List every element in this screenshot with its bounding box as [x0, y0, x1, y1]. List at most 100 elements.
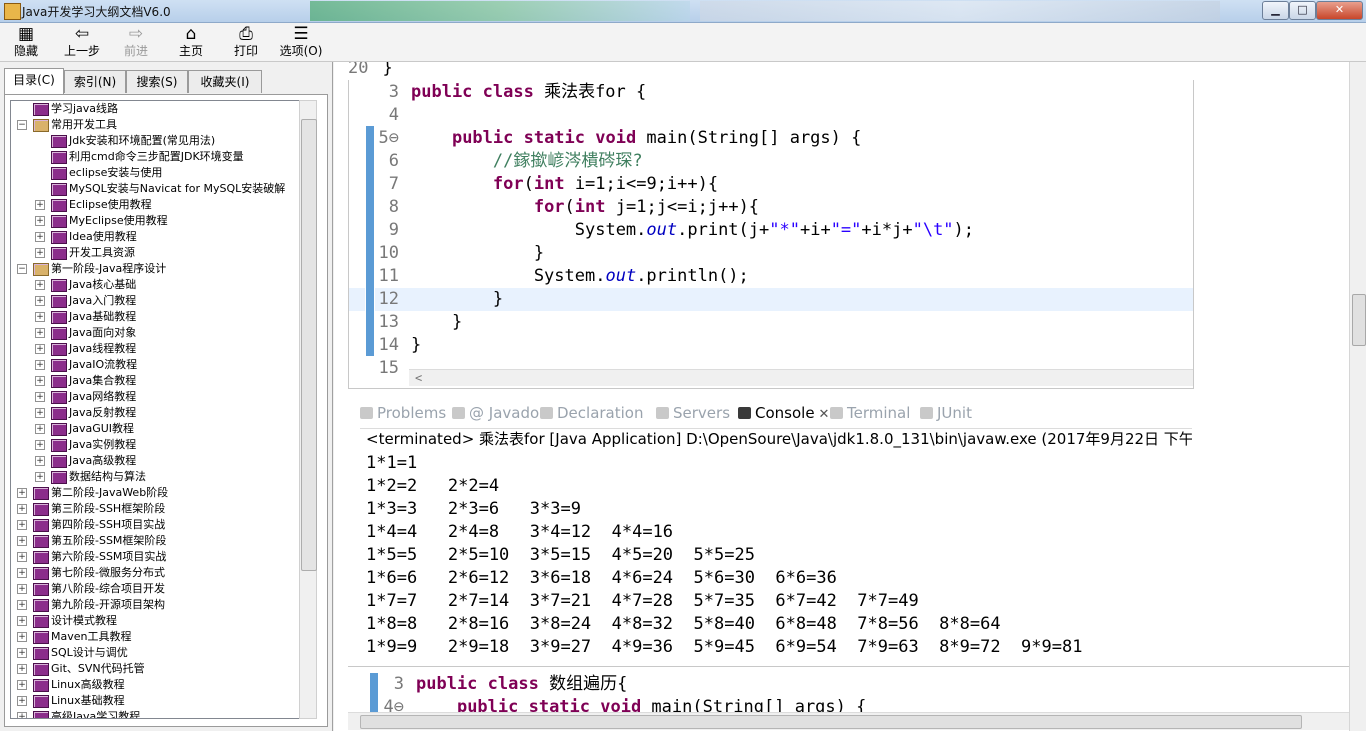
tree-item[interactable]: + Java面向对象 — [11, 325, 301, 341]
expand-icon[interactable]: + — [35, 232, 45, 242]
code-line[interactable]: 12 } — [349, 288, 1193, 311]
expand-icon[interactable]: + — [17, 536, 27, 546]
tab-contents[interactable]: 目录(C) — [4, 68, 64, 94]
editor-horizontal-scrollbar[interactable]: < — [409, 369, 1193, 386]
expand-icon[interactable]: + — [35, 424, 45, 434]
tree-item[interactable]: − 常用开发工具 — [11, 117, 301, 133]
tree-item[interactable]: + 第三阶段-SSH框架阶段 — [11, 501, 301, 517]
expand-icon[interactable]: + — [35, 296, 45, 306]
tree-item[interactable]: + Eclipse使用教程 — [11, 197, 301, 213]
tree-item[interactable]: + 第九阶段-开源项目架构 — [11, 597, 301, 613]
tree-item[interactable]: + Java线程教程 — [11, 341, 301, 357]
hide-button[interactable]: ▦ 隐藏 — [0, 24, 52, 60]
tree-item[interactable]: + JavaGUI教程 — [11, 421, 301, 437]
expand-icon[interactable]: + — [35, 216, 45, 226]
tree-item[interactable]: + Java高级教程 — [11, 453, 301, 469]
tree-item[interactable]: + Java核心基础 — [11, 277, 301, 293]
tree-item[interactable]: + 高级Java学习教程 — [11, 709, 301, 718]
tree-item[interactable]: + 数据结构与算法 — [11, 469, 301, 485]
code-editor-2[interactable]: 4⊖ public static void main(String[] args… — [348, 666, 1349, 731]
expand-icon[interactable]: + — [35, 280, 45, 290]
forward-button[interactable]: ⇨ 前进 — [110, 24, 162, 60]
tree-item[interactable]: + Java集合教程 — [11, 373, 301, 389]
tree-item[interactable]: + 第七阶段-微服务分布式 — [11, 565, 301, 581]
expand-icon[interactable]: + — [35, 344, 45, 354]
expand-icon[interactable]: + — [17, 616, 27, 626]
maximize-button[interactable]: □ — [1289, 1, 1316, 20]
code-editor[interactable]: 15 14} 13 } 12 } 11 System.out.println(); 10 … — [348, 80, 1194, 389]
tree-item[interactable]: + 第八阶段-综合项目开发 — [11, 581, 301, 597]
code-line[interactable]: 6 //鎵撳嵃涔樻硶琛? — [349, 150, 1193, 173]
expand-icon[interactable]: + — [17, 568, 27, 578]
expand-icon[interactable]: + — [17, 632, 27, 642]
options-button[interactable]: ☰ 选项(O) — [275, 24, 327, 60]
tree-item[interactable]: + Linux基础教程 — [11, 693, 301, 709]
tree-item[interactable]: + 设计模式教程 — [11, 613, 301, 629]
tree-item[interactable]: MySQL安装与Navicat for MySQL安装破解 — [11, 181, 301, 197]
code-line[interactable]: 10 } — [349, 242, 1193, 265]
home-button[interactable]: ⌂ 主页 — [165, 24, 217, 60]
expand-icon[interactable]: + — [35, 312, 45, 322]
tree-item[interactable]: + Maven工具教程 — [11, 629, 301, 645]
expand-icon[interactable]: + — [35, 392, 45, 402]
tree-item[interactable]: + 开发工具资源 — [11, 245, 301, 261]
tree-item[interactable]: + 第四阶段-SSH项目实战 — [11, 517, 301, 533]
expand-icon[interactable]: + — [35, 440, 45, 450]
expand-icon[interactable]: + — [17, 584, 27, 594]
tree-item[interactable]: eclipse安装与使用 — [11, 165, 301, 181]
code-line[interactable]: 11 System.out.println(); — [349, 265, 1193, 288]
print-button[interactable]: ⎙ 打印 — [220, 24, 272, 60]
content-scrollbar-thumb[interactable] — [1352, 294, 1366, 346]
tree-item[interactable]: + JavaIO流教程 — [11, 357, 301, 373]
tree-item[interactable]: + Java反射教程 — [11, 405, 301, 421]
tree-item[interactable]: Jdk安装和环境配置(常见用法) — [11, 133, 301, 149]
expand-icon[interactable]: + — [17, 648, 27, 658]
tree-scrollbar[interactable] — [299, 100, 317, 719]
close-button[interactable]: ✕ — [1316, 1, 1363, 20]
tree-item[interactable]: + Linux高级教程 — [11, 677, 301, 693]
view-tab[interactable]: Console ✕ — [738, 402, 830, 424]
tree-item[interactable]: + Idea使用教程 — [11, 229, 301, 245]
expand-icon[interactable]: + — [17, 488, 27, 498]
bottom-scrollbar-thumb[interactable] — [360, 715, 1302, 729]
tree-item[interactable]: 利用cmd命令三步配置JDK环境变量 — [11, 149, 301, 165]
code-line[interactable]: 8 for(int j=1;j<=i;j++){ — [349, 196, 1193, 219]
contents-tree[interactable]: 学习java线路 − 常用开发工具 Jdk安装和环境配置(常见用法) 利用cmd命令三步… — [10, 100, 302, 719]
tree-item[interactable]: + Git、SVN代码托管 — [11, 661, 301, 677]
minimize-button[interactable]: ▁ — [1262, 1, 1289, 20]
collapse-icon[interactable]: − — [17, 264, 27, 274]
view-tab[interactable]: JUnit — [920, 402, 972, 424]
code-line[interactable]: 3 public class 乘法表for { — [349, 81, 1193, 104]
code-line[interactable]: 4 — [349, 104, 1193, 127]
view-tab[interactable]: Terminal — [830, 402, 910, 424]
code-line[interactable]: 3 public class 数组遍历{ — [348, 673, 1349, 696]
expand-icon[interactable]: + — [35, 360, 45, 370]
back-button[interactable]: ⇦ 上一步 — [56, 24, 108, 60]
tree-item[interactable]: + 第六阶段-SSM项目实战 — [11, 549, 301, 565]
expand-icon[interactable]: + — [17, 552, 27, 562]
content-vertical-scrollbar[interactable] — [1349, 62, 1366, 731]
tree-item[interactable]: 学习java线路 — [11, 101, 301, 117]
expand-icon[interactable]: + — [35, 408, 45, 418]
tree-item[interactable]: + MyEclipse使用教程 — [11, 213, 301, 229]
expand-icon[interactable]: + — [17, 600, 27, 610]
code-line[interactable]: 5⊖ public static void main(String[] args… — [349, 127, 1193, 150]
tree-item[interactable]: + Java入门教程 — [11, 293, 301, 309]
expand-icon[interactable]: + — [35, 200, 45, 210]
expand-icon[interactable]: + — [17, 696, 27, 706]
tree-item[interactable]: − 第一阶段-Java程序设计 — [11, 261, 301, 277]
tree-item[interactable]: + Java网络教程 — [11, 389, 301, 405]
code-line[interactable]: 7 for(int i=1;i<=9;i++){ — [349, 173, 1193, 196]
view-tab[interactable]: @ Javadoc — [452, 402, 547, 424]
expand-icon[interactable]: + — [17, 664, 27, 674]
expand-icon[interactable]: + — [35, 248, 45, 258]
expand-icon[interactable]: + — [17, 712, 27, 718]
view-tab[interactable]: Servers — [656, 402, 730, 424]
tab-search[interactable]: 搜索(S) — [126, 70, 188, 93]
code-line[interactable]: 14} — [349, 334, 1193, 357]
bottom-horizontal-scrollbar[interactable] — [348, 712, 1349, 730]
collapse-icon[interactable]: − — [17, 120, 27, 130]
code-line[interactable]: 13 } — [349, 311, 1193, 334]
expand-icon[interactable]: + — [17, 520, 27, 530]
expand-icon[interactable]: + — [17, 680, 27, 690]
